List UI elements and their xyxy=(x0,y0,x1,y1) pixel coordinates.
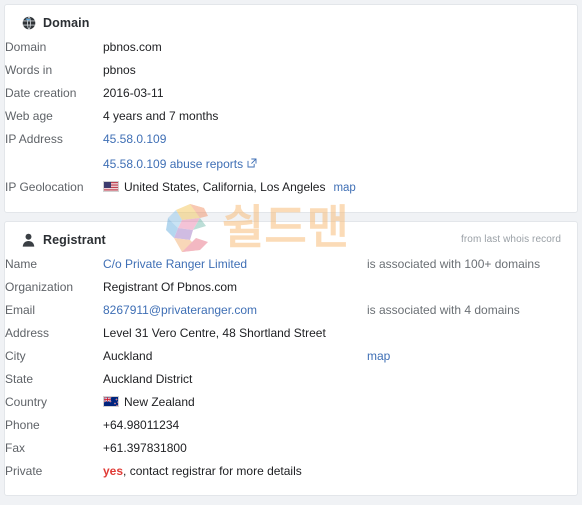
map-link[interactable]: map xyxy=(333,182,355,194)
table-row-city: City Auckland map xyxy=(5,345,577,368)
row-label: City xyxy=(5,349,26,363)
domain-card-title: Domain xyxy=(43,15,90,30)
row-label: Address xyxy=(5,326,50,340)
table-row-address: Address Level 31 Vero Centre, 48 Shortla… xyxy=(5,322,577,345)
domain-card-header: Domain xyxy=(5,5,577,36)
row-label: Phone xyxy=(5,418,40,432)
registrant-rows: Name C/o Private Ranger Limited is assoc… xyxy=(5,253,577,495)
email-association-note: is associated with 4 domains xyxy=(367,303,520,317)
registrant-table: Name C/o Private Ranger Limited is assoc… xyxy=(5,253,577,483)
row-value: pbnos xyxy=(103,63,136,77)
external-link-icon[interactable] xyxy=(247,157,257,168)
registrant-name-link[interactable]: C/o Private Ranger Limited xyxy=(103,257,247,271)
us-flag-icon xyxy=(103,181,119,192)
table-row: Domain pbnos.com xyxy=(5,36,577,59)
whois-result-page: Domain Domain pbnos.com Words in pbnos D… xyxy=(0,0,582,505)
table-row-phone: Phone +64.98011234 xyxy=(5,414,577,437)
table-row-organization: Organization Registrant Of Pbnos.com xyxy=(5,276,577,299)
row-label: Organization xyxy=(5,280,74,294)
private-status-note: , contact registrar for more details xyxy=(123,464,302,478)
table-row: Words in pbnos xyxy=(5,59,577,82)
row-spacer xyxy=(367,276,577,299)
city-map-link[interactable]: map xyxy=(367,349,390,363)
table-row-name: Name C/o Private Ranger Limited is assoc… xyxy=(5,253,577,276)
geolocation-text: United States, California, Los Angeles xyxy=(124,180,326,194)
ip-address-link[interactable]: 45.58.0.109 xyxy=(103,132,166,146)
country-text: New Zealand xyxy=(124,395,195,409)
table-row-ip-geolocation: IP Geolocation United States, California… xyxy=(5,176,577,200)
row-label: Domain xyxy=(5,40,47,54)
row-label: State xyxy=(5,372,34,386)
row-label: Date creation xyxy=(5,86,77,100)
registrant-card-title: Registrant xyxy=(43,232,106,247)
private-status-badge: yes xyxy=(103,464,124,478)
user-icon xyxy=(21,232,36,247)
row-label: Private xyxy=(5,464,43,478)
name-association-note: is associated with 100+ domains xyxy=(367,257,541,271)
domain-rows: Domain pbnos.com Words in pbnos Date cre… xyxy=(5,36,577,212)
row-value: +61.397831800 xyxy=(103,441,187,455)
row-label: Fax xyxy=(5,441,26,455)
domain-card: Domain Domain pbnos.com Words in pbnos D… xyxy=(4,4,578,213)
row-value: pbnos.com xyxy=(103,40,162,54)
row-label: Name xyxy=(5,257,38,271)
row-label: Web age xyxy=(5,109,53,123)
row-value: 45.58.0.109 45.58.0.109 abuse reports xyxy=(103,128,577,176)
row-label: Words in xyxy=(5,63,53,77)
row-label: Email xyxy=(5,303,36,317)
abuse-reports-line: 45.58.0.109 abuse reports xyxy=(103,157,577,172)
table-row-ip-address: IP Address 45.58.0.109 45.58.0.109 abuse… xyxy=(5,128,577,176)
globe-icon xyxy=(21,15,36,30)
whois-source-note: from last whois record xyxy=(460,234,561,245)
row-value: 2016-03-11 xyxy=(103,86,164,100)
row-value: 4 years and 7 months xyxy=(103,109,219,123)
nz-flag-icon xyxy=(103,396,119,407)
table-row-fax: Fax +61.397831800 xyxy=(5,437,577,460)
registrant-email-link[interactable]: 8267911@privateranger.com xyxy=(103,303,257,317)
ip-address-link-wrap: 45.58.0.109 xyxy=(103,132,577,147)
row-value: +64.98011234 xyxy=(103,418,180,432)
row-label: Country xyxy=(5,395,48,409)
registrant-card-header: Registrant from last whois record xyxy=(5,222,577,253)
row-value: New Zealand xyxy=(103,391,577,414)
row-value: 8267911@privateranger.com xyxy=(103,299,367,322)
row-value: Registrant Of Pbnos.com xyxy=(103,280,238,294)
table-row-state: State Auckland District xyxy=(5,368,577,391)
table-row-private: Private yes, contact registrar for more … xyxy=(5,460,577,483)
city-map-cell: map xyxy=(367,345,577,368)
domain-table: Domain pbnos.com Words in pbnos Date cre… xyxy=(5,36,577,200)
table-row: Web age 4 years and 7 months xyxy=(5,105,577,128)
row-label: IP Geolocation xyxy=(5,180,84,194)
row-value: Auckland District xyxy=(103,372,193,386)
registrant-card: Registrant from last whois record Name C… xyxy=(4,221,578,496)
table-row-email: Email 8267911@privateranger.com is assoc… xyxy=(5,299,577,322)
row-value: United States, California, Los Angeles ma… xyxy=(103,176,577,200)
table-row-country: Country New Zealand xyxy=(5,391,577,414)
row-value: Auckland xyxy=(103,349,153,363)
row-value: Level 31 Vero Centre, 48 Shortland Stree… xyxy=(103,326,326,340)
row-value: yes, contact registrar for more details xyxy=(103,460,577,483)
row-value: C/o Private Ranger Limited xyxy=(103,253,367,276)
table-row: Date creation 2016-03-11 xyxy=(5,82,577,105)
abuse-reports-link[interactable]: 45.58.0.109 abuse reports xyxy=(103,157,243,171)
row-label: IP Address xyxy=(5,132,63,146)
